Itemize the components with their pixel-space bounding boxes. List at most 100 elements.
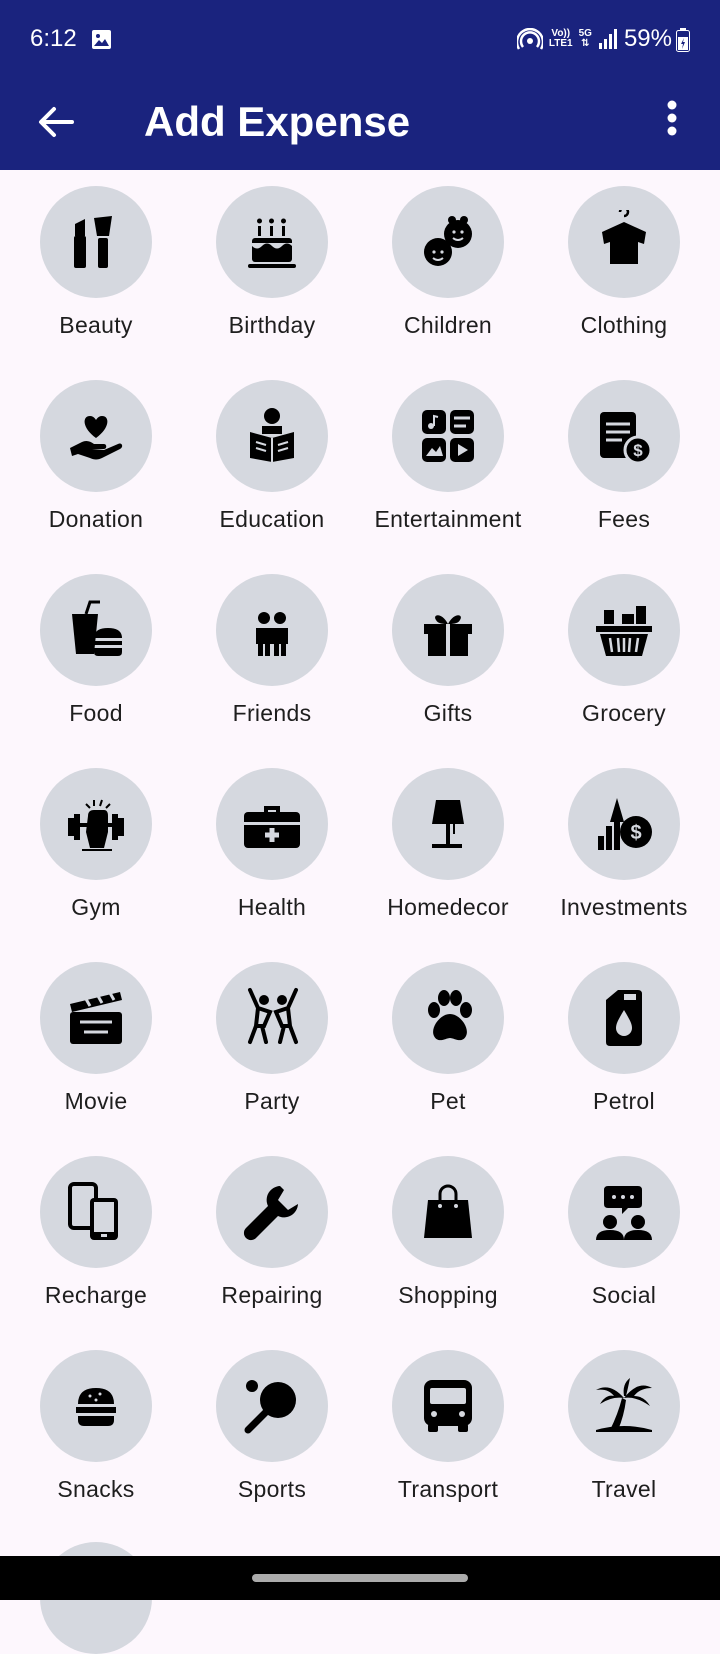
category-circle[interactable] (392, 380, 504, 492)
category-item-investments[interactable]: $ Investments (536, 752, 712, 946)
category-item-gym[interactable]: Gym (8, 752, 184, 946)
category-circle[interactable] (392, 768, 504, 880)
category-label: Education (219, 506, 325, 532)
status-time: 6:12 (30, 25, 77, 52)
svg-text:$: $ (630, 822, 641, 844)
category-circle[interactable] (40, 574, 152, 686)
grocery-basket-icon (596, 606, 652, 656)
category-circle[interactable]: $ (568, 768, 680, 880)
lamp-icon (432, 800, 464, 848)
battery-percent: 59% (623, 25, 672, 52)
category-item-repairing[interactable]: Repairing (184, 1140, 360, 1334)
category-item-homedecor[interactable]: Homedecor (360, 752, 536, 946)
more-options-icon[interactable] (660, 96, 684, 148)
category-label: Donation (48, 506, 144, 532)
bus-icon (424, 1380, 472, 1432)
gift-icon (424, 615, 472, 656)
wrench-icon (243, 1186, 298, 1241)
palm-tree-icon (596, 1378, 652, 1432)
category-item-social[interactable]: Social (536, 1140, 712, 1334)
category-item-children[interactable]: Children (360, 170, 536, 364)
category-circle[interactable] (216, 1350, 328, 1462)
category-circle[interactable] (40, 768, 152, 880)
clapperboard-icon (70, 992, 122, 1044)
category-item-recharge[interactable]: Recharge (8, 1140, 184, 1334)
food-icon (72, 600, 122, 656)
home-indicator[interactable] (252, 1574, 468, 1582)
category-item-movie[interactable]: Movie (8, 946, 184, 1140)
category-label: Entertainment (374, 506, 522, 532)
battery-icon (676, 28, 690, 52)
category-item-health[interactable]: Health (184, 752, 360, 946)
category-circle[interactable] (568, 962, 680, 1074)
category-circle[interactable] (568, 574, 680, 686)
svg-text:$: $ (633, 441, 643, 460)
category-item-clothing[interactable]: Clothing (536, 170, 712, 364)
category-circle[interactable] (392, 1350, 504, 1462)
status-indicators: Vo)) LTE1 5G ⇅ 59% (516, 25, 672, 53)
category-circle[interactable] (392, 574, 504, 686)
category-circle[interactable] (216, 574, 328, 686)
page-title: Add Expense (144, 98, 411, 145)
burger-icon (76, 1388, 116, 1426)
category-item-food[interactable]: Food (8, 558, 184, 752)
category-circle[interactable] (40, 962, 152, 1074)
category-circle[interactable] (568, 1156, 680, 1268)
category-item-sports[interactable]: Sports (184, 1334, 360, 1528)
category-item-birthday[interactable]: Birthday (184, 170, 360, 364)
data-arrows-icon: ⇅ (581, 38, 590, 49)
investments-icon: $ (598, 798, 652, 850)
category-circle[interactable] (392, 186, 504, 298)
party-dance-icon (248, 988, 298, 1044)
category-circle[interactable] (216, 1156, 328, 1268)
category-item-grocery[interactable]: Grocery (536, 558, 712, 752)
category-circle[interactable] (392, 1156, 504, 1268)
network-type-label: Vo)) LTE1 (548, 28, 573, 49)
category-circle[interactable] (568, 186, 680, 298)
category-item-petrol[interactable]: Petrol (536, 946, 712, 1140)
category-circle[interactable] (40, 380, 152, 492)
category-label: Repairing (221, 1282, 323, 1308)
category-label: Children (403, 312, 493, 338)
category-label: Transport (397, 1476, 499, 1502)
5g-label: 5G ⇅ (578, 28, 592, 49)
category-circle[interactable] (216, 962, 328, 1074)
birthday-cake-icon (248, 218, 296, 268)
friends-icon (256, 612, 288, 656)
category-label: Beauty (59, 312, 133, 338)
category-circle[interactable]: $ (568, 380, 680, 492)
category-circle[interactable] (216, 380, 328, 492)
category-item-shopping[interactable]: Shopping (360, 1140, 536, 1334)
jerrycan-icon (606, 990, 642, 1046)
category-item-entertainment[interactable]: Entertainment (360, 364, 536, 558)
back-arrow-icon[interactable] (32, 98, 80, 146)
category-item-transport[interactable]: Transport (360, 1334, 536, 1528)
category-label: Friends (232, 700, 312, 726)
category-item-friends[interactable]: Friends (184, 558, 360, 752)
category-item-travel[interactable]: Travel (536, 1334, 712, 1528)
category-circle[interactable] (392, 962, 504, 1074)
category-item-donation[interactable]: Donation (8, 364, 184, 558)
category-circle[interactable] (568, 1350, 680, 1462)
category-circle[interactable] (40, 1156, 152, 1268)
category-item-fees[interactable]: $ Fees (536, 364, 712, 558)
hotspot-icon (516, 28, 543, 50)
category-item-education[interactable]: Education (184, 364, 360, 558)
category-item-gifts[interactable]: Gifts (360, 558, 536, 752)
category-item-beauty[interactable]: Beauty (8, 170, 184, 364)
category-circle[interactable] (40, 186, 152, 298)
entertainment-icon (422, 410, 474, 462)
ping-pong-icon (244, 1380, 296, 1434)
category-circle[interactable] (216, 186, 328, 298)
shopping-bag-icon (424, 1184, 472, 1238)
category-circle[interactable] (216, 768, 328, 880)
category-circle[interactable] (40, 1350, 152, 1462)
education-icon (250, 408, 294, 462)
paw-icon (428, 990, 472, 1041)
category-item-pet[interactable]: Pet (360, 946, 536, 1140)
category-item-snacks[interactable]: Snacks (8, 1334, 184, 1528)
category-label: Gym (71, 894, 121, 920)
app-bar: Add Expense (0, 80, 720, 170)
children-icon (424, 216, 472, 266)
category-item-party[interactable]: Party (184, 946, 360, 1140)
